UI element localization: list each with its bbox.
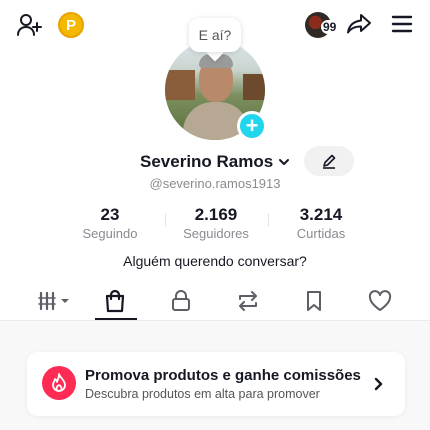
stat-label: Seguindo [82,226,138,241]
profile-bio: Alguém querendo conversar? [123,253,307,269]
add-story-icon[interactable]: + [237,111,267,141]
tab-liked[interactable] [360,286,400,316]
stat-label: Curtidas [296,226,346,241]
promo-card[interactable] [27,352,405,416]
username: @severino.ramos1913 [149,176,281,191]
menu-icon[interactable] [389,10,415,38]
story-count-badge: 99 [321,20,339,34]
heart-icon [368,290,392,311]
edit-profile-button[interactable] [304,146,354,176]
tab-shop[interactable] [95,286,135,316]
repost-icon [239,291,257,311]
lock-icon [172,290,190,311]
stat-value: 2.169 [194,205,238,224]
status-bubble[interactable]: E aí? [189,18,241,52]
videos-grid-icon [38,291,69,311]
promo-subtitle: Descubra produtos em alta para promover [85,387,320,401]
add-user-icon[interactable] [14,10,44,40]
bookmark-icon [307,291,321,311]
tab-saved[interactable] [294,286,334,316]
stat-value: 23 [100,205,120,224]
stat-followers[interactable]: 2.169 Seguidores [161,204,271,242]
tab-private[interactable] [161,286,201,316]
flame-icon [42,366,76,400]
chevron-right-icon[interactable] [372,376,386,392]
promo-title: Promova produtos e ganhe comissões [85,367,361,384]
coin-symbol: P [65,16,76,34]
stat-likes[interactable]: 3.214 Curtidas [266,204,376,242]
profile-name: Severino Ramos [140,152,274,171]
status-bubble-text: E aí? [198,27,232,43]
tab-videos[interactable] [34,286,74,316]
shop-bag-icon [105,289,125,313]
stat-value: 3.214 [299,205,343,224]
stat-label: Seguidores [183,226,249,241]
tab-reposts[interactable] [228,286,268,316]
stat-following[interactable]: 23 Seguindo [55,204,165,242]
coin-icon[interactable]: P [58,12,84,38]
chevron-down-icon [279,159,290,165]
share-icon[interactable] [345,10,373,38]
pencil-icon [323,154,336,169]
name-switcher[interactable]: Severino Ramos [140,150,291,174]
